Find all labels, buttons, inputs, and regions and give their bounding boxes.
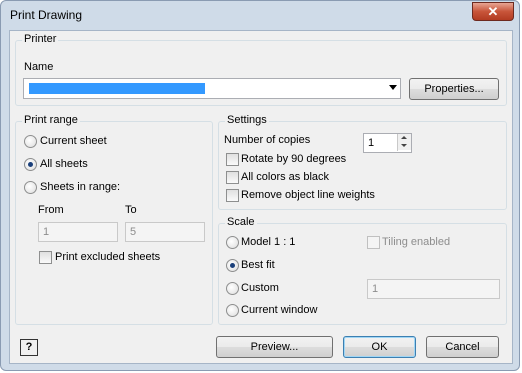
- from-label: From: [38, 204, 64, 216]
- current-window-radio[interactable]: [226, 304, 239, 317]
- rotate-checkbox[interactable]: [226, 153, 239, 166]
- remove-line-weights-checkbox[interactable]: [226, 189, 239, 202]
- print-excluded-label[interactable]: Print excluded sheets: [55, 251, 160, 263]
- custom-radio[interactable]: [226, 282, 239, 295]
- printer-name-dropdown[interactable]: [23, 78, 401, 99]
- to-label: To: [125, 204, 137, 216]
- current-window-label[interactable]: Current window: [241, 304, 317, 316]
- help-icon[interactable]: ?: [20, 339, 38, 356]
- print-range-label: Print range: [22, 114, 80, 126]
- preview-button[interactable]: Preview...: [216, 336, 333, 358]
- close-button[interactable]: ✕: [472, 2, 514, 21]
- spin-down-icon[interactable]: [398, 142, 411, 150]
- sheets-in-range-radio[interactable]: [24, 181, 37, 194]
- copies-value: 1: [368, 137, 375, 149]
- copies-input[interactable]: 1: [363, 133, 412, 153]
- chevron-down-icon[interactable]: [389, 85, 397, 90]
- print-drawing-dialog: Print Drawing ✕ Printer Name Properties.…: [0, 0, 520, 371]
- model-label[interactable]: Model 1 : 1: [241, 236, 295, 248]
- all-colors-black-label[interactable]: All colors as black: [241, 171, 329, 183]
- tiling-checkbox[interactable]: [367, 236, 380, 249]
- best-fit-label[interactable]: Best fit: [241, 259, 275, 271]
- copies-spinner[interactable]: [397, 134, 411, 151]
- sheets-in-range-label[interactable]: Sheets in range:: [40, 181, 120, 193]
- dialog-title: Print Drawing: [10, 8, 83, 22]
- printer-name-label: Name: [24, 61, 54, 73]
- printer-group-label: Printer: [22, 33, 59, 45]
- properties-button[interactable]: Properties...: [409, 78, 499, 100]
- dialog-client: Printer Name Properties... Print range C…: [9, 30, 513, 364]
- scale-label: Scale: [225, 216, 257, 228]
- tiling-label[interactable]: Tiling enabled: [382, 236, 450, 248]
- remove-line-weights-label[interactable]: Remove object line weights: [241, 189, 375, 201]
- custom-label[interactable]: Custom: [241, 282, 279, 294]
- best-fit-radio[interactable]: [226, 259, 239, 272]
- print-excluded-checkbox[interactable]: [39, 251, 52, 264]
- settings-label: Settings: [225, 114, 269, 126]
- custom-scale-input[interactable]: 1: [367, 279, 500, 299]
- rotate-label[interactable]: Rotate by 90 degrees: [241, 153, 346, 165]
- from-input[interactable]: 1: [38, 222, 118, 242]
- all-sheets-label[interactable]: All sheets: [40, 158, 88, 170]
- to-input[interactable]: 5: [125, 222, 205, 242]
- current-sheet-radio[interactable]: [24, 135, 37, 148]
- printer-name-selection: [29, 83, 205, 94]
- close-icon: ✕: [487, 4, 499, 19]
- copies-label: Number of copies: [224, 134, 311, 146]
- cancel-button[interactable]: Cancel: [426, 336, 499, 358]
- current-sheet-label[interactable]: Current sheet: [40, 135, 107, 147]
- spin-up-icon[interactable]: [398, 134, 411, 142]
- all-colors-black-checkbox[interactable]: [226, 171, 239, 184]
- all-sheets-radio[interactable]: [24, 158, 37, 171]
- model-radio[interactable]: [226, 236, 239, 249]
- ok-button[interactable]: OK: [343, 336, 416, 358]
